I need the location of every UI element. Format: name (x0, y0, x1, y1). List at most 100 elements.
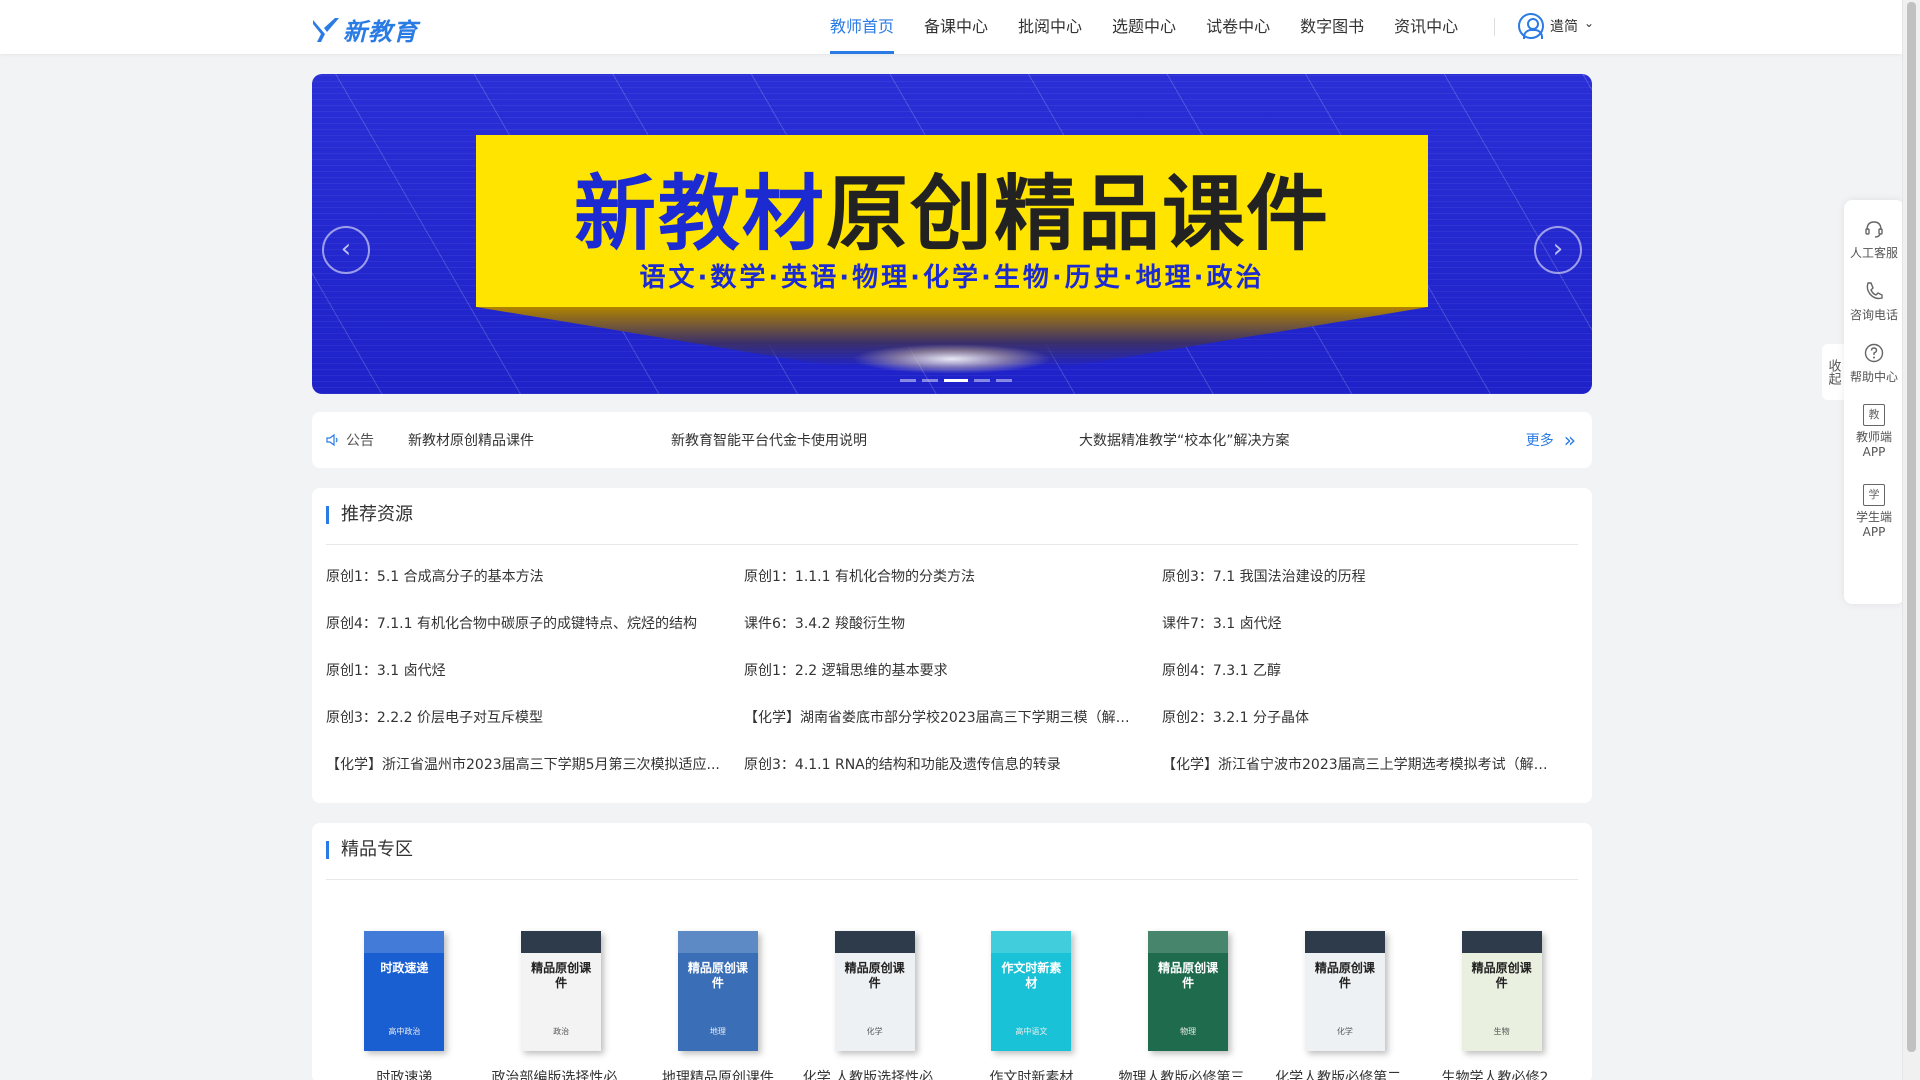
nav-teacher-home[interactable]: 教师首页 (830, 0, 895, 54)
book-cover-title: 精品原创课件 (1471, 961, 1532, 990)
resource-row: 原创1：3.1 卤代烃 原创1：2.2 逻辑思维的基本要求 原创4：7.3.1 … (326, 660, 1580, 707)
banner-prev-button[interactable]: ‹ (322, 226, 370, 274)
announcement-item[interactable]: 新教育智能平台代金卡使用说明 (671, 430, 867, 450)
book-name[interactable]: 时政速递 (376, 1067, 432, 1080)
main-nav: 教师首页 备课中心 批阅中心 选题中心 试卷中心 数字图书 资讯中心 (830, 0, 1488, 54)
resource-row: 原创3：2.2.2 价层电子对互斥模型 【化学】湖南省娄底市部分学校2023届高… (326, 707, 1580, 754)
book-cover[interactable]: 精品原创课件 地理 (677, 931, 758, 1051)
resource-link[interactable]: 原创3：7.1 我国法治建设的历程 (1162, 566, 1580, 613)
book-cover-title: 时政速递 (380, 961, 429, 975)
book-cover-subject: 化学 (866, 1027, 883, 1036)
banner-dot[interactable] (900, 379, 916, 382)
book-cover[interactable]: 精品原创课件 化学 (834, 931, 915, 1051)
banner-title: 新教材原创精品课件 (476, 147, 1428, 266)
book-cover-band (1461, 931, 1542, 953)
book-cover[interactable]: 时政速递 高中政治 (364, 931, 445, 1051)
book-cover-band (677, 931, 758, 953)
book-cover-subject: 政治 (553, 1027, 570, 1036)
book-cover-subject: 物理 (1180, 1027, 1197, 1036)
speaker-icon (326, 433, 338, 447)
nav-divider (1494, 18, 1495, 36)
banner-dot[interactable] (922, 379, 938, 382)
book-cover[interactable]: 精品原创课件 生物 (1461, 931, 1542, 1051)
book-item[interactable]: 精品原创课件 化学化学 人教版选择性必... (796, 931, 953, 1080)
resource-link[interactable]: 原创1：3.1 卤代烃 (326, 660, 744, 707)
book-cover-subject: 高中语文 (1015, 1027, 1048, 1036)
book-name[interactable]: 化学人教版必修第二... (1275, 1067, 1414, 1080)
section-title: 推荐资源 (326, 506, 413, 524)
book-cover-title: 精品原创课件 (1314, 961, 1375, 990)
nav-question-select[interactable]: 选题中心 (1112, 0, 1176, 54)
page-scrollbar[interactable] (1902, 0, 1920, 1080)
resource-link[interactable]: 【化学】浙江省宁波市2023届高三上学期选考模拟考试（解析... (1162, 754, 1580, 801)
book-name[interactable]: 政治部编版选择性必... (491, 1067, 630, 1080)
book-cover[interactable]: 精品原创课件 政治 (521, 931, 602, 1051)
user-menu[interactable]: 遣简 ⌄ (1518, 13, 1594, 39)
resource-link[interactable]: 课件6：3.4.2 羧酸衍生物 (744, 613, 1162, 660)
book-name[interactable]: 生物学人教必修2... (1441, 1067, 1561, 1080)
teacher-app-button[interactable]: 教 教师端APP (1844, 404, 1904, 460)
nav-grading[interactable]: 批阅中心 (1018, 0, 1082, 54)
book-cover-band (364, 931, 445, 953)
book-cover[interactable]: 精品原创课件 化学 (1304, 931, 1385, 1051)
banner-dot-active[interactable] (944, 379, 968, 382)
book-item[interactable]: 精品原创课件 地理地理精品原创课件 (640, 931, 797, 1080)
resource-link[interactable]: 原创1：2.2 逻辑思维的基本要求 (744, 660, 1162, 707)
book-cover[interactable]: 精品原创课件 物理 (1148, 931, 1229, 1051)
book-item[interactable]: 精品原创课件 生物生物学人教必修2... (1423, 931, 1580, 1080)
book-cover-band (1304, 931, 1385, 953)
announcement-label-text: 公告 (346, 433, 374, 449)
book-item[interactable]: 精品原创课件 化学化学人教版必修第二... (1267, 931, 1424, 1080)
resource-link[interactable]: 课件7：3.1 卤代烃 (1162, 613, 1580, 660)
banner-title-part1: 新教材 (573, 167, 826, 262)
announcement-more-link[interactable]: 更多 » (1526, 430, 1576, 450)
user-avatar-icon (1518, 13, 1544, 39)
book-item[interactable]: 精品原创课件物理物理人教版必修第三... (1110, 931, 1267, 1080)
nav-lesson-prep[interactable]: 备课中心 (924, 0, 988, 54)
collapse-toolbar-button[interactable]: 收起 (1822, 344, 1844, 400)
resource-link[interactable]: 原创2：3.2.1 分子晶体 (1162, 707, 1580, 754)
resource-link[interactable]: 【化学】浙江省温州市2023届高三下学期5月第三次模拟适应... (326, 754, 744, 801)
resource-link[interactable]: 原创3：4.1.1 RNA的结构和功能及遗传信息的转录 (744, 754, 1162, 801)
customer-service-button[interactable]: 人工客服 (1844, 218, 1904, 261)
resource-link[interactable]: 原创4：7.3.1 乙醇 (1162, 660, 1580, 707)
help-center-button[interactable]: 帮助中心 (1844, 342, 1904, 385)
banner-dot[interactable] (996, 379, 1012, 382)
double-chevron-right-icon: » (1563, 428, 1576, 452)
announcement-item[interactable]: 新教材原创精品课件 (408, 430, 534, 450)
hero-banner[interactable]: 新教材原创精品课件 语文·数学·英语·物理·化学·生物·历史·地理·政治 ‹ › (312, 74, 1592, 394)
banner-next-button[interactable]: › (1534, 226, 1582, 274)
announcement-label: 公告 (326, 430, 374, 450)
book-name[interactable]: 地理精品原创课件 (662, 1067, 774, 1080)
book-item[interactable]: 作文时新素材 高中语文作文时新素材 (953, 931, 1110, 1080)
announcement-item[interactable]: 大数据精准教学“校本化”解决方案 (1079, 430, 1290, 450)
book-name[interactable]: 作文时新素材 (989, 1067, 1073, 1080)
book-item[interactable]: 时政速递 高中政治 时政速递 (326, 931, 483, 1080)
teacher-app-icon: 教 (1863, 404, 1885, 426)
book-name[interactable]: 化学 人教版选择性必... (803, 1067, 947, 1080)
logo-text: 新教育 (343, 18, 418, 46)
book-cover[interactable]: 作文时新素材 高中语文 (991, 931, 1072, 1051)
book-name[interactable]: 物理人教版必修第三... (1118, 1067, 1257, 1080)
logo[interactable]: 新教育 (311, 12, 418, 47)
nav-digital-books[interactable]: 数字图书 (1300, 0, 1364, 54)
banner-dot[interactable] (974, 379, 990, 382)
book-item[interactable]: 精品原创课件 政治政治部编版选择性必... (483, 931, 640, 1080)
resource-link[interactable]: 原创4：7.1.1 有机化合物中碳原子的成键特点、烷烃的结构 (326, 613, 744, 660)
resource-row: 原创1：5.1 合成高分子的基本方法 原创1：1.1.1 有机化合物的分类方法 … (326, 566, 1580, 613)
help-icon (1864, 343, 1884, 363)
banner-pagination (900, 379, 1012, 382)
student-app-button[interactable]: 学 学生端APP (1844, 484, 1904, 540)
resource-link[interactable]: 原创3：2.2.2 价层电子对互斥模型 (326, 707, 744, 754)
resource-link[interactable]: 原创1：5.1 合成高分子的基本方法 (326, 566, 744, 613)
resource-list: 原创1：5.1 合成高分子的基本方法 原创1：1.1.1 有机化合物的分类方法 … (326, 566, 1580, 801)
side-tool-label: 教师端APP (1856, 430, 1893, 459)
side-tool-label: 人工客服 (1849, 246, 1898, 260)
book-cover-title: 精品原创课件 (1158, 961, 1219, 990)
resource-link[interactable]: 原创1：1.1.1 有机化合物的分类方法 (744, 566, 1162, 613)
scrollbar-thumb[interactable] (1907, 2, 1916, 1052)
nav-news[interactable]: 资讯中心 (1394, 0, 1458, 54)
resource-link[interactable]: 【化学】湖南省娄底市部分学校2023届高三下学期三模（解析... (744, 707, 1162, 754)
nav-exam-paper[interactable]: 试卷中心 (1206, 0, 1270, 54)
consult-phone-button[interactable]: 咨询电话 (1844, 280, 1904, 323)
